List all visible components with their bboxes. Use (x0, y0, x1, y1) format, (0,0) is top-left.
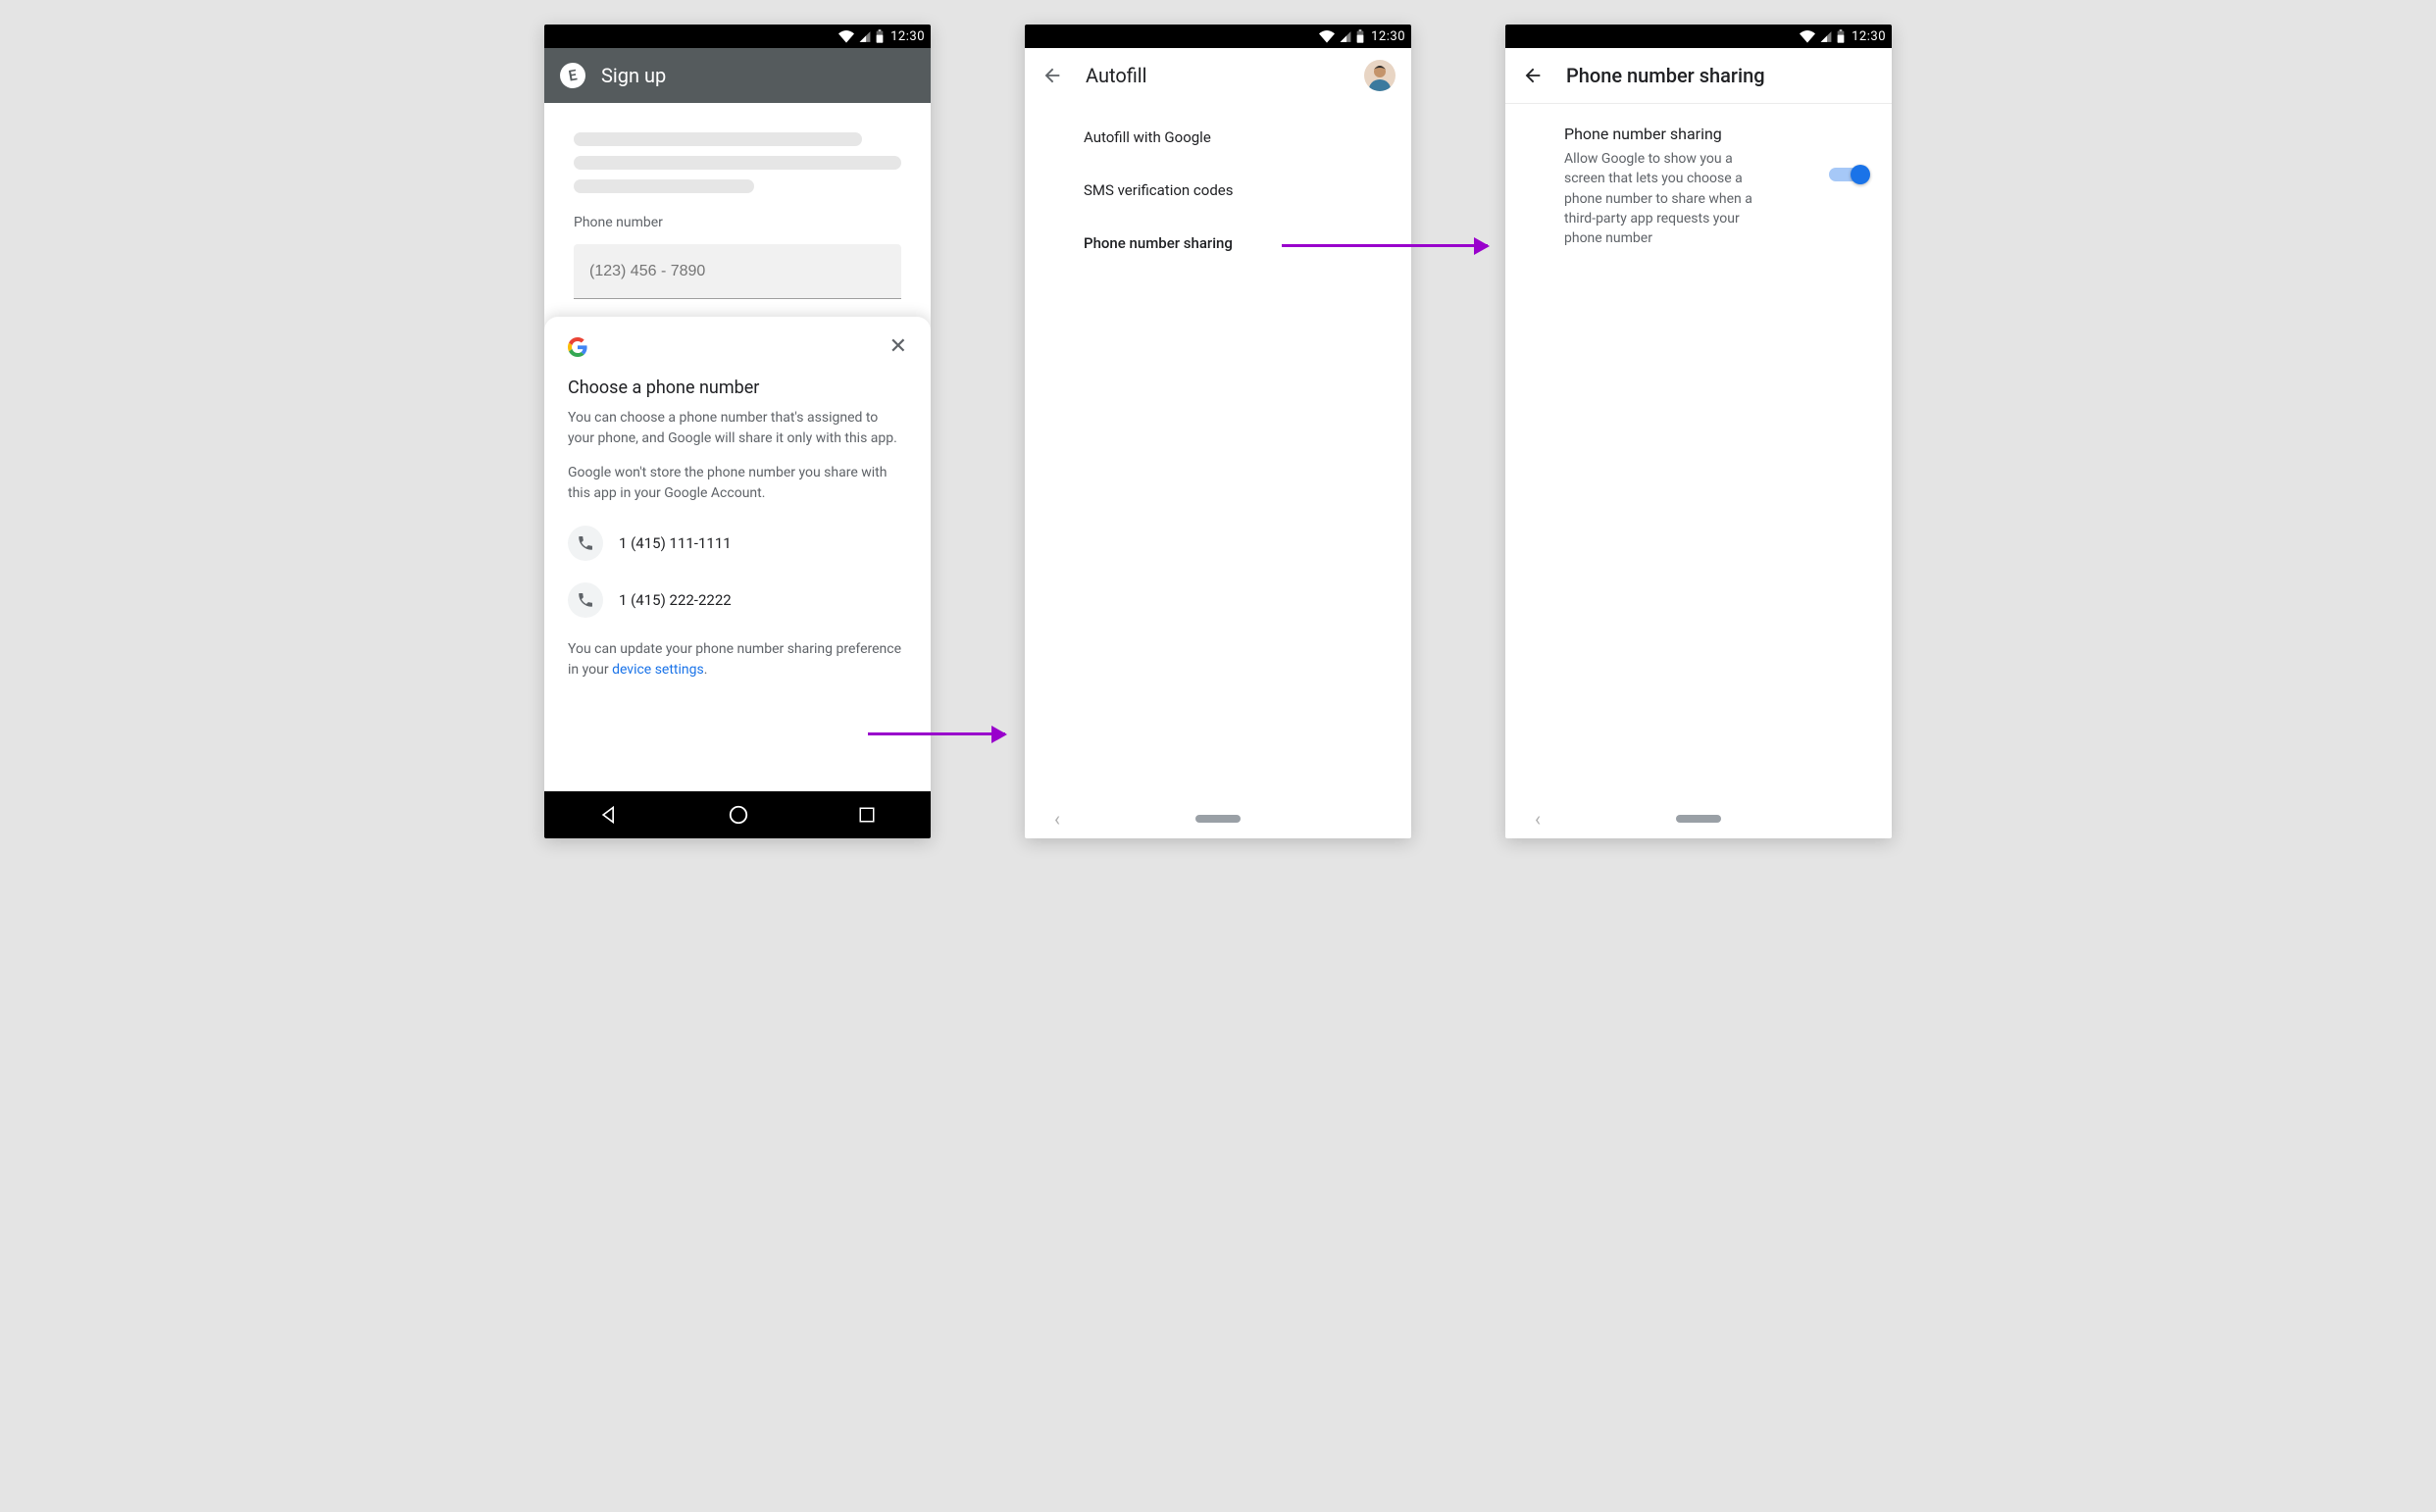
back-button[interactable] (1040, 64, 1064, 87)
arrow-back-icon (1522, 65, 1544, 86)
phone-option[interactable]: 1 (415) 111-1111 (568, 526, 907, 561)
wifi-icon (838, 29, 854, 43)
sheet-footnote: You can update your phone number sharing… (568, 639, 907, 680)
status-time: 12:30 (1371, 29, 1405, 44)
status-bar: 12:30 (544, 25, 931, 48)
back-button[interactable] (1521, 64, 1545, 87)
screen-autofill: 12:30 Autofill Autofill with Google SMS … (1025, 25, 1411, 838)
sms-verification-item[interactable]: SMS verification codes (1025, 164, 1411, 217)
status-time: 12:30 (890, 29, 925, 44)
sheet-heading: Choose a phone number (568, 378, 907, 398)
appbar-title: Phone number sharing (1566, 64, 1876, 87)
form-area: Phone number (544, 103, 931, 317)
nav-recents-icon[interactable] (858, 806, 876, 824)
sheet-paragraph: Google won't store the phone number you … (568, 463, 907, 504)
sheet-paragraph: You can choose a phone number that's ass… (568, 408, 907, 449)
appbar-title: Sign up (601, 64, 666, 87)
close-icon[interactable]: ✕ (889, 336, 907, 358)
gesture-bar: ‹ (1025, 799, 1411, 838)
screen-phone-number-sharing: 12:30 Phone number sharing Phone number … (1505, 25, 1892, 838)
nav-back-icon[interactable] (599, 805, 619, 825)
app-bar: Phone number sharing (1505, 48, 1892, 103)
gesture-bar: ‹ (1505, 799, 1892, 838)
cell-icon (858, 30, 872, 43)
device-settings-link[interactable]: device settings (612, 662, 704, 678)
phone-input[interactable] (574, 244, 901, 299)
cell-icon (1819, 30, 1833, 43)
status-bar: 12:30 (1505, 25, 1892, 48)
placeholder-line (574, 179, 754, 193)
placeholder-line (574, 132, 862, 146)
phone-number-sharing-item[interactable]: Phone number sharing (1025, 217, 1411, 270)
cell-icon (1339, 30, 1352, 43)
nav-back-chevron-icon[interactable]: ‹ (1054, 807, 1060, 831)
phone-option-label: 1 (415) 222-2222 (619, 591, 732, 609)
screen-signup: 12:30 E Sign up Phone number ✕ Choose a … (544, 25, 931, 838)
setting-description: Allow Google to show you a screen that l… (1564, 149, 1770, 248)
phone-option[interactable]: 1 (415) 222-2222 (568, 582, 907, 618)
autofill-with-google-item[interactable]: Autofill with Google (1025, 111, 1411, 164)
phone-field-label: Phone number (574, 215, 901, 230)
phone-option-label: 1 (415) 111-1111 (619, 534, 732, 552)
app-bar: E Sign up (544, 48, 931, 103)
phone-sharing-setting-row[interactable]: Phone number sharing Allow Google to sho… (1505, 103, 1892, 270)
nav-home-pill-icon[interactable] (1676, 815, 1721, 823)
battery-icon (1837, 29, 1845, 43)
android-nav-bar (544, 791, 931, 838)
placeholder-line (574, 156, 901, 170)
nav-home-icon[interactable] (728, 804, 749, 826)
arrow-back-icon (1041, 65, 1063, 86)
battery-icon (1356, 29, 1364, 43)
setting-title: Phone number sharing (1564, 125, 1813, 143)
phone-icon (568, 526, 603, 561)
appbar-title: Autofill (1086, 64, 1343, 87)
phone-picker-sheet: ✕ Choose a phone number You can choose a… (544, 317, 931, 791)
status-bar: 12:30 (1025, 25, 1411, 48)
nav-back-chevron-icon[interactable]: ‹ (1535, 807, 1541, 831)
nav-home-pill-icon[interactable] (1195, 815, 1241, 823)
account-avatar[interactable] (1364, 60, 1396, 91)
google-logo-icon (568, 337, 587, 357)
app-logo-icon: E (558, 61, 587, 90)
wifi-icon (1319, 29, 1335, 43)
wifi-icon (1800, 29, 1815, 43)
status-time: 12:30 (1852, 29, 1886, 44)
battery-icon (876, 29, 884, 43)
phone-sharing-toggle[interactable] (1829, 164, 1868, 185)
phone-icon (568, 582, 603, 618)
app-bar: Autofill (1025, 48, 1411, 103)
